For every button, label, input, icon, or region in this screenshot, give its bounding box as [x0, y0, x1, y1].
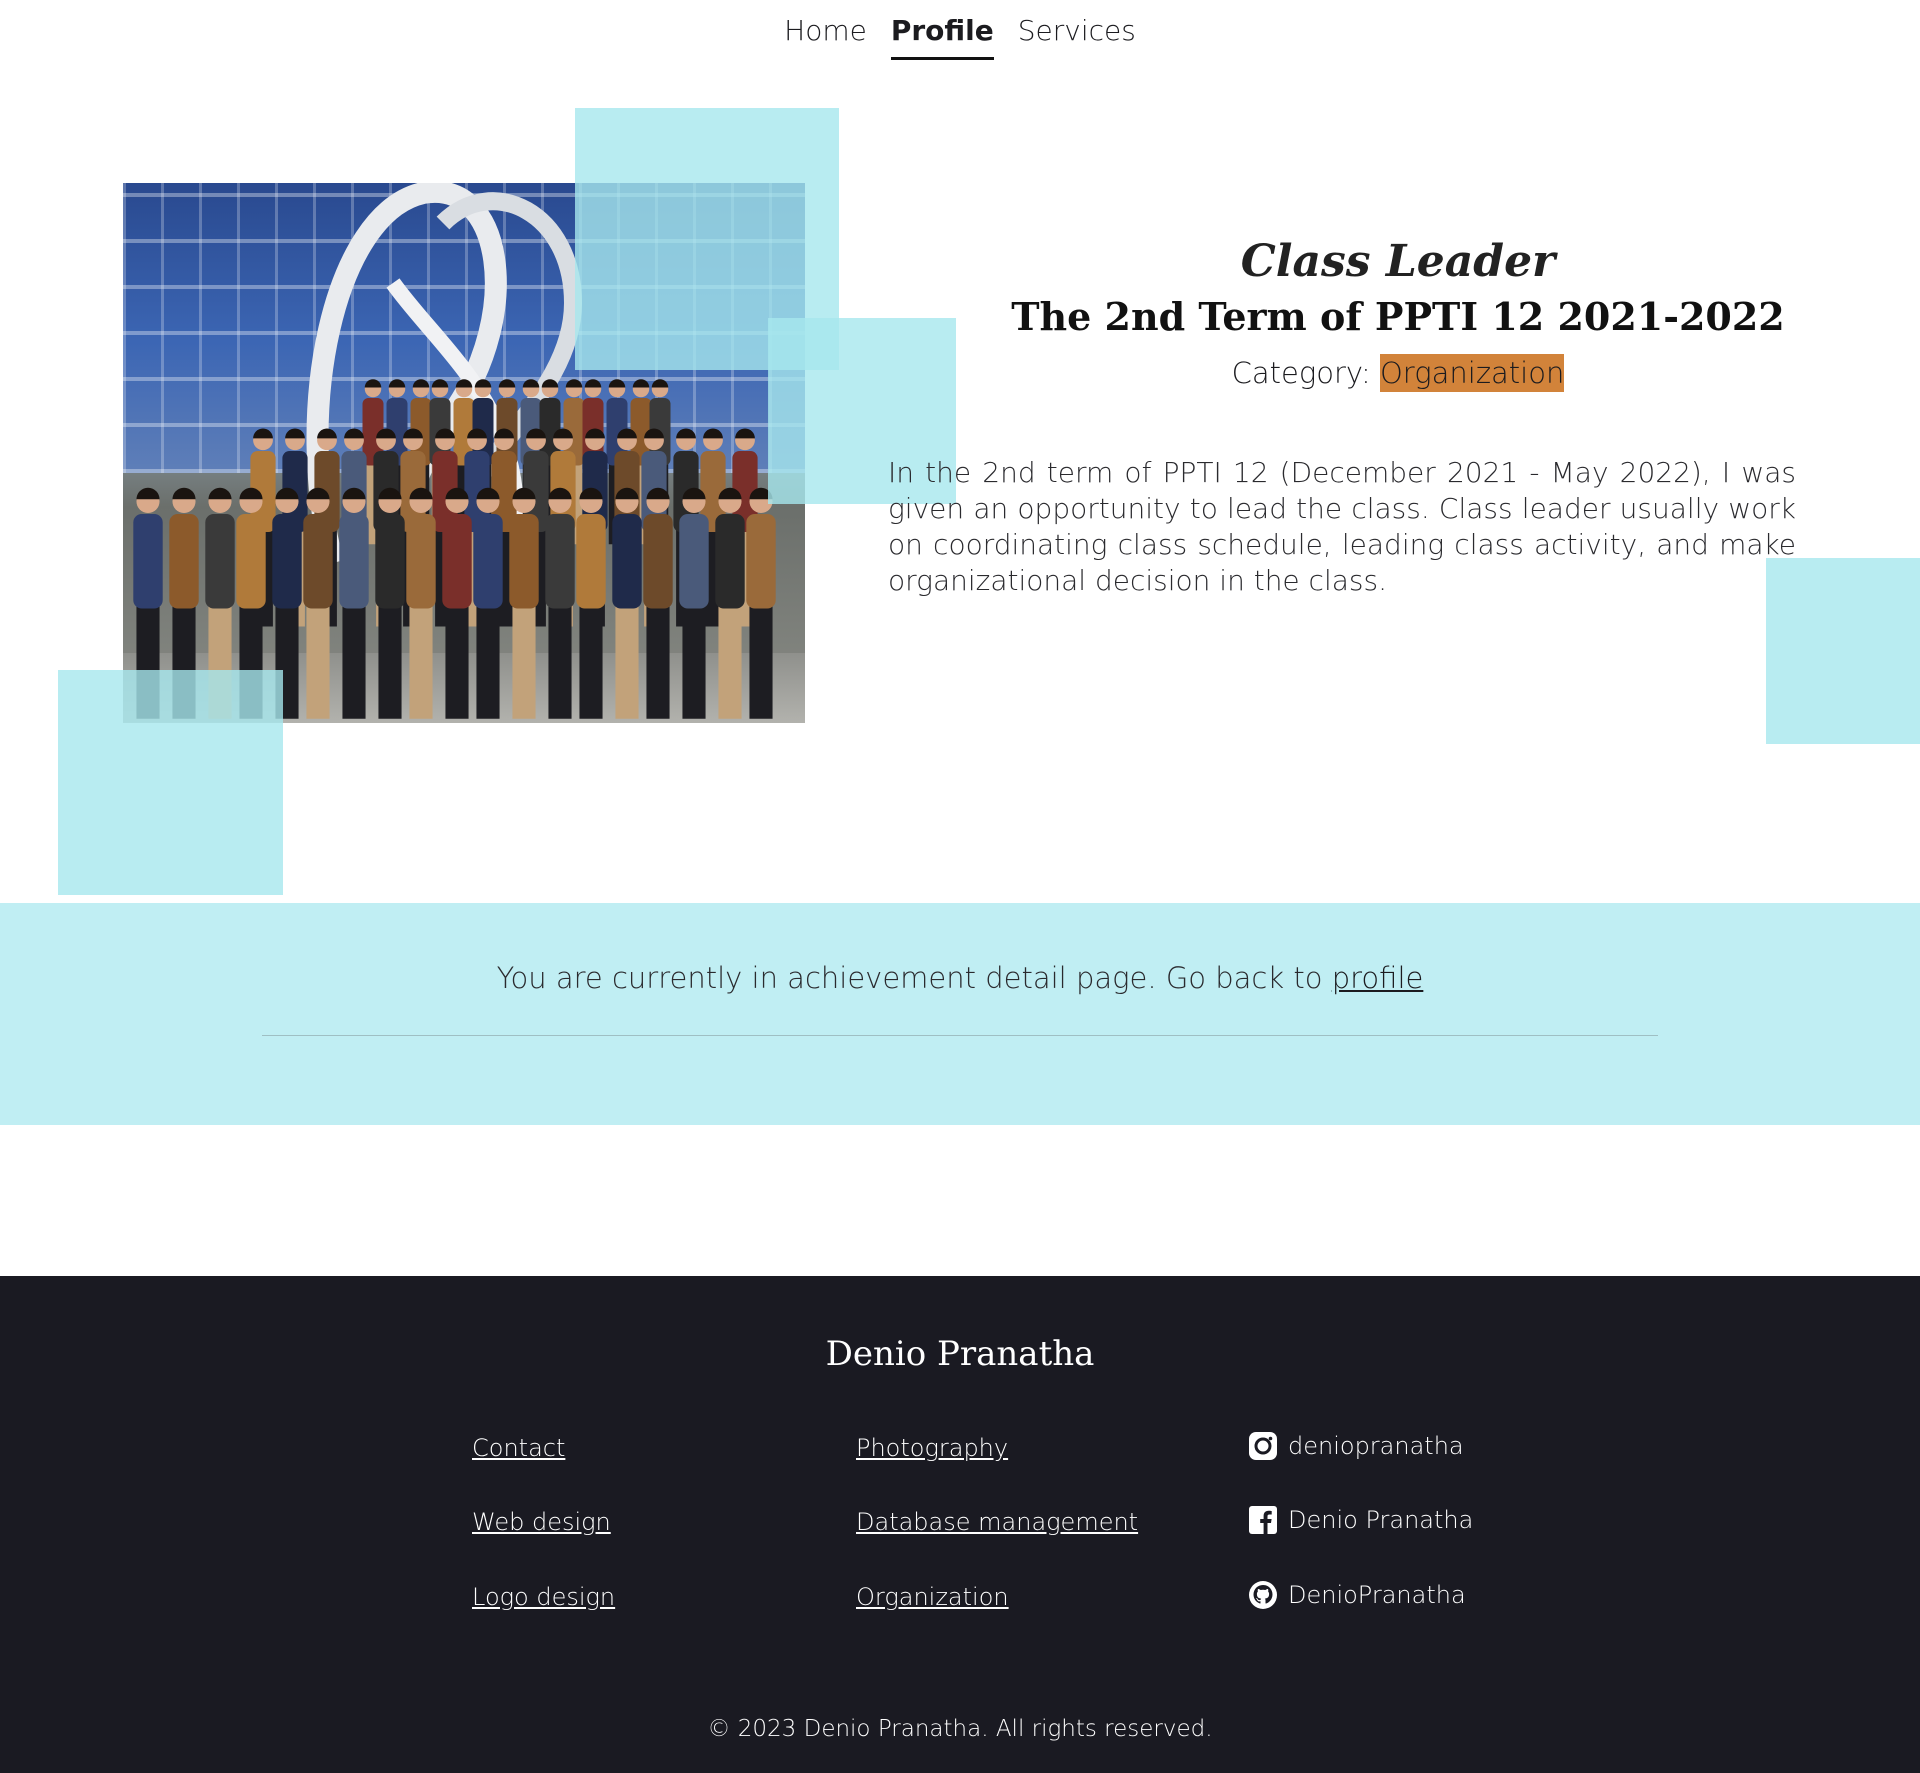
category-label: Category:	[1231, 356, 1380, 390]
github-icon	[1249, 1581, 1277, 1609]
footer-link-web-design[interactable]: Web design	[472, 1508, 611, 1536]
social-facebook[interactable]: Denio Pranatha	[1248, 1505, 1473, 1535]
achievement-header: Class Leader The 2nd Term of PPTI 12 202…	[888, 232, 1908, 392]
band-divider	[262, 1035, 1658, 1036]
achievement-term: The 2nd Term of PPTI 12 2021-2022	[1011, 294, 1785, 339]
band-message: You are currently in achievement detail …	[0, 961, 1920, 995]
instagram-handle: deniopranatha	[1288, 1432, 1464, 1460]
nav-services[interactable]: Services	[1018, 14, 1136, 60]
github-handle: DenioPranatha	[1288, 1581, 1466, 1609]
band-text: You are currently in achievement detail …	[496, 961, 1332, 995]
top-nav: Home Profile Services	[0, 0, 1920, 70]
footer-link-photography[interactable]: Photography	[856, 1434, 1008, 1462]
footer-name: Denio Pranatha	[825, 1334, 1095, 1374]
copyright: © 2023 Denio Pranatha. All rights reserv…	[707, 1716, 1213, 1742]
deco-square-bottom-left	[58, 670, 283, 895]
category-badge: Organization	[1379, 354, 1565, 392]
info-band: You are currently in achievement detail …	[0, 903, 1920, 1125]
social-instagram[interactable]: deniopranatha	[1248, 1431, 1464, 1461]
profile-link[interactable]: profile	[1332, 961, 1424, 995]
social-github[interactable]: DenioPranatha	[1248, 1580, 1466, 1610]
facebook-handle: Denio Pranatha	[1288, 1506, 1474, 1534]
facebook-icon	[1249, 1506, 1277, 1534]
footer-link-contact[interactable]: Contact	[472, 1434, 565, 1462]
achievement-description: In the 2nd term of PPTI 12 (December 202…	[888, 456, 1796, 597]
footer-link-organization[interactable]: Organization	[856, 1583, 1009, 1611]
footer: Denio Pranatha Contact Web design Logo d…	[0, 1276, 1920, 1773]
achievement-role: Class Leader	[1240, 236, 1556, 287]
achievement-category: Category: Organization	[888, 354, 1908, 392]
instagram-icon	[1249, 1432, 1277, 1460]
footer-link-database-management[interactable]: Database management	[856, 1508, 1138, 1536]
nav-home[interactable]: Home	[784, 14, 867, 60]
nav-profile[interactable]: Profile	[890, 14, 994, 60]
footer-link-logo-design[interactable]: Logo design	[472, 1583, 615, 1611]
